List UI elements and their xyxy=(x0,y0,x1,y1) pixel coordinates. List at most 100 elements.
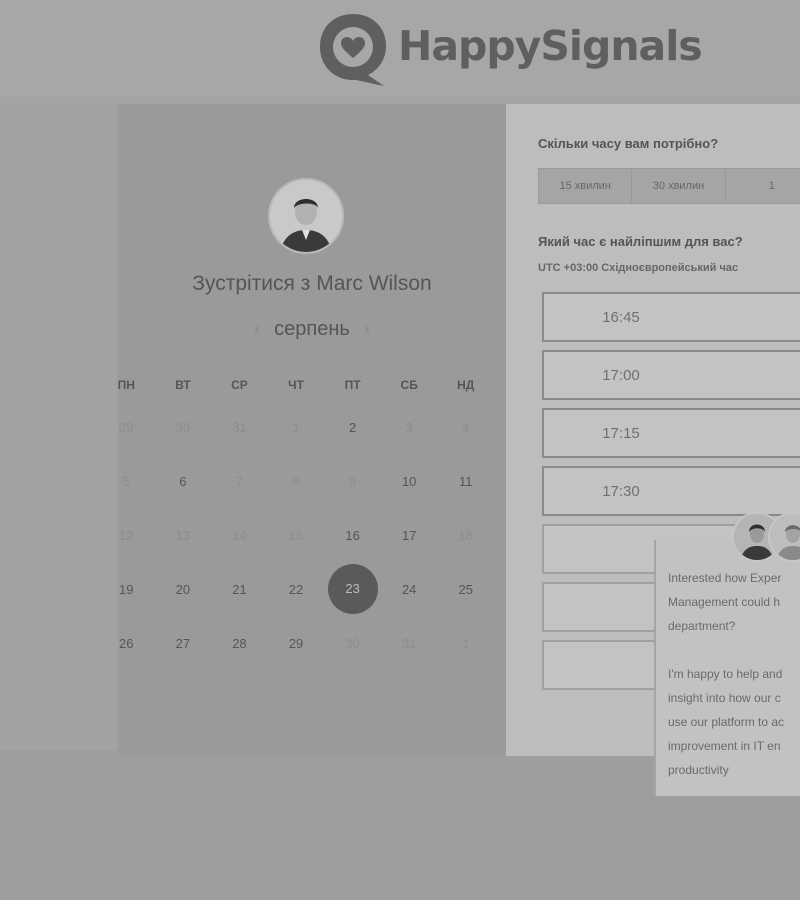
calendar-week-row: 26 27 28 29 30 31 1 xyxy=(98,616,494,670)
duration-option[interactable]: 30 хвилин xyxy=(632,169,726,203)
calendar-day[interactable]: 17 xyxy=(381,528,438,543)
weekday-label: ПТ xyxy=(344,378,361,392)
calendar-day-number: 1 xyxy=(292,419,300,435)
calendar-week-row: 5 6 7 8 9 10 11 xyxy=(98,454,494,508)
calendar-week-row: 29 30 31 1 2 3 4 xyxy=(98,400,494,454)
calendar-day-number: 31 xyxy=(401,635,417,651)
calendar-day-number: 29 xyxy=(119,419,134,435)
chat-line: Interested how Exper xyxy=(668,571,782,585)
calendar-day: 15 xyxy=(268,528,325,543)
chat-paragraph: I'm happy to help and insight into how ou… xyxy=(668,662,800,782)
calendar-day[interactable]: 29 xyxy=(268,636,325,651)
calendar-day-number: 6 xyxy=(179,473,187,489)
calendar-panel: Зустрітися з Marc Wilson ‹ серпень › ПН ВТ С… xyxy=(118,104,506,756)
calendar-day-number: 30 xyxy=(345,635,360,651)
weekday-label: ЧТ xyxy=(288,378,304,392)
calendar-day: 7 xyxy=(211,474,268,489)
duration-question: Скільки часу вам потрібно? xyxy=(538,136,719,151)
weekday-label: ПН xyxy=(117,378,135,392)
chat-popup[interactable]: Interested how Exper Management could h de… xyxy=(654,512,800,796)
calendar-day[interactable]: 2 xyxy=(324,420,381,435)
calendar-day[interactable]: 21 xyxy=(211,582,268,597)
calendar-day: 1 xyxy=(437,636,494,651)
chat-line: Management could h xyxy=(668,595,781,609)
calendar-day[interactable]: 27 xyxy=(155,636,212,651)
calendar-day-number: 20 xyxy=(175,581,191,597)
calendar-day: 14 xyxy=(211,528,268,543)
time-slot-button[interactable]: 17:30 xyxy=(542,466,800,516)
calendar-day-number: 13 xyxy=(175,527,191,543)
calendar-day[interactable]: 24 xyxy=(381,582,438,597)
month-label: серпень xyxy=(274,318,350,340)
calendar-day[interactable]: 25 xyxy=(437,582,494,597)
calendar-day: 29 xyxy=(98,420,155,435)
calendar-day-number: 28 xyxy=(232,635,247,651)
calendar-day-number: 12 xyxy=(119,527,134,543)
calendar-day[interactable]: 10 xyxy=(381,474,438,489)
duration-option[interactable]: 15 хвилин xyxy=(539,169,633,203)
calendar-day-number: 8 xyxy=(292,473,300,489)
calendar-day-number: 22 xyxy=(288,581,304,597)
calendar-day-number: 1 xyxy=(462,635,470,651)
calendar-day-number: 4 xyxy=(462,419,470,435)
calendar-day-number: 11 xyxy=(459,473,473,489)
calendar-day-number: 29 xyxy=(288,635,304,651)
calendar-day[interactable]: 28 xyxy=(211,636,268,651)
calendar-day[interactable]: 22 xyxy=(268,582,325,597)
time-slot-label: 17:30 xyxy=(602,482,640,500)
calendar-week-row: 12 13 14 15 16 17 18 xyxy=(98,508,494,562)
calendar-day[interactable]: 19 xyxy=(98,582,155,597)
time-slot-label: 17:15 xyxy=(602,424,640,442)
calendar-day-number: 24 xyxy=(401,581,417,597)
header-divider xyxy=(0,96,800,104)
chat-avatars xyxy=(732,512,800,562)
calendar-day: 18 xyxy=(437,528,494,543)
chat-message: Interested how Exper Management could h de… xyxy=(668,566,800,806)
prev-month-icon[interactable]: ‹ xyxy=(254,319,260,339)
chat-line: productivity xyxy=(668,763,729,777)
duration-option[interactable]: 1 xyxy=(726,169,800,203)
calendar-day-number: 15 xyxy=(288,527,304,543)
brand-name: HappySignals xyxy=(398,22,703,70)
calendar-day-number: 7 xyxy=(235,473,244,489)
timezone-label[interactable]: UTC +03:00 Східноєвропейський час xyxy=(538,262,738,274)
calendar-day: 9 xyxy=(324,474,381,489)
chat-line: improvement in IT en xyxy=(668,739,781,753)
time-slot-button[interactable]: 16:45 xyxy=(542,292,800,342)
meeting-title: Зустрітися з Marc Wilson xyxy=(192,272,432,295)
next-month-icon[interactable]: › xyxy=(364,319,370,339)
calendar-day-number: 30 xyxy=(175,419,191,435)
calendar-day[interactable]: 16 xyxy=(324,528,381,543)
calendar-day-number: 31 xyxy=(232,419,247,435)
calendar-day: 1 xyxy=(268,420,325,435)
time-slot-button[interactable]: 17:15 xyxy=(542,408,800,458)
calendar-day: 8 xyxy=(268,474,325,489)
calendar-day[interactable]: 20 xyxy=(155,582,212,597)
calendar-day: 30 xyxy=(155,420,212,435)
weekday-label: ВТ xyxy=(175,378,191,392)
calendar-day: 5 xyxy=(98,474,155,489)
time-question: Який час є найліпшим для вас? xyxy=(538,234,743,249)
calendar-day-number: 18 xyxy=(458,527,473,543)
calendar-day: 30 xyxy=(324,636,381,651)
calendar-day[interactable]: 26 xyxy=(98,636,155,651)
calendar-week-row: 19 20 21 22 23 24 25 xyxy=(98,562,494,616)
happysignals-logo[interactable]: HappySignals xyxy=(316,10,703,88)
weekday-label: СБ xyxy=(400,378,418,392)
calendar-day[interactable]: 11 xyxy=(437,474,494,489)
calendar-day-number: 3 xyxy=(405,419,413,435)
calendar-day-selected[interactable]: 23 xyxy=(324,564,381,614)
header: HappySignals xyxy=(0,0,800,96)
chat-line: I'm happy to help and xyxy=(668,667,783,681)
month-navigation: ‹ серпень › xyxy=(118,318,506,341)
calendar-day-number: 2 xyxy=(348,419,357,435)
calendar-day: 31 xyxy=(381,636,438,651)
calendar-day: 4 xyxy=(437,420,494,435)
calendar-day[interactable]: 6 xyxy=(155,474,212,489)
time-slot-button[interactable]: 17:00 xyxy=(542,350,800,400)
calendar-grid: ПН ВТ СР ЧТ ПТ СБ НД 29 30 31 1 2 3 4 5 6 7 8 9 10 11 12 13 14… xyxy=(98,370,494,670)
chat-line: insight into how our c xyxy=(668,691,781,705)
calendar-day-number: 10 xyxy=(401,473,417,489)
calendar-day: 31 xyxy=(211,420,268,435)
calendar-day-number: 16 xyxy=(345,527,360,543)
